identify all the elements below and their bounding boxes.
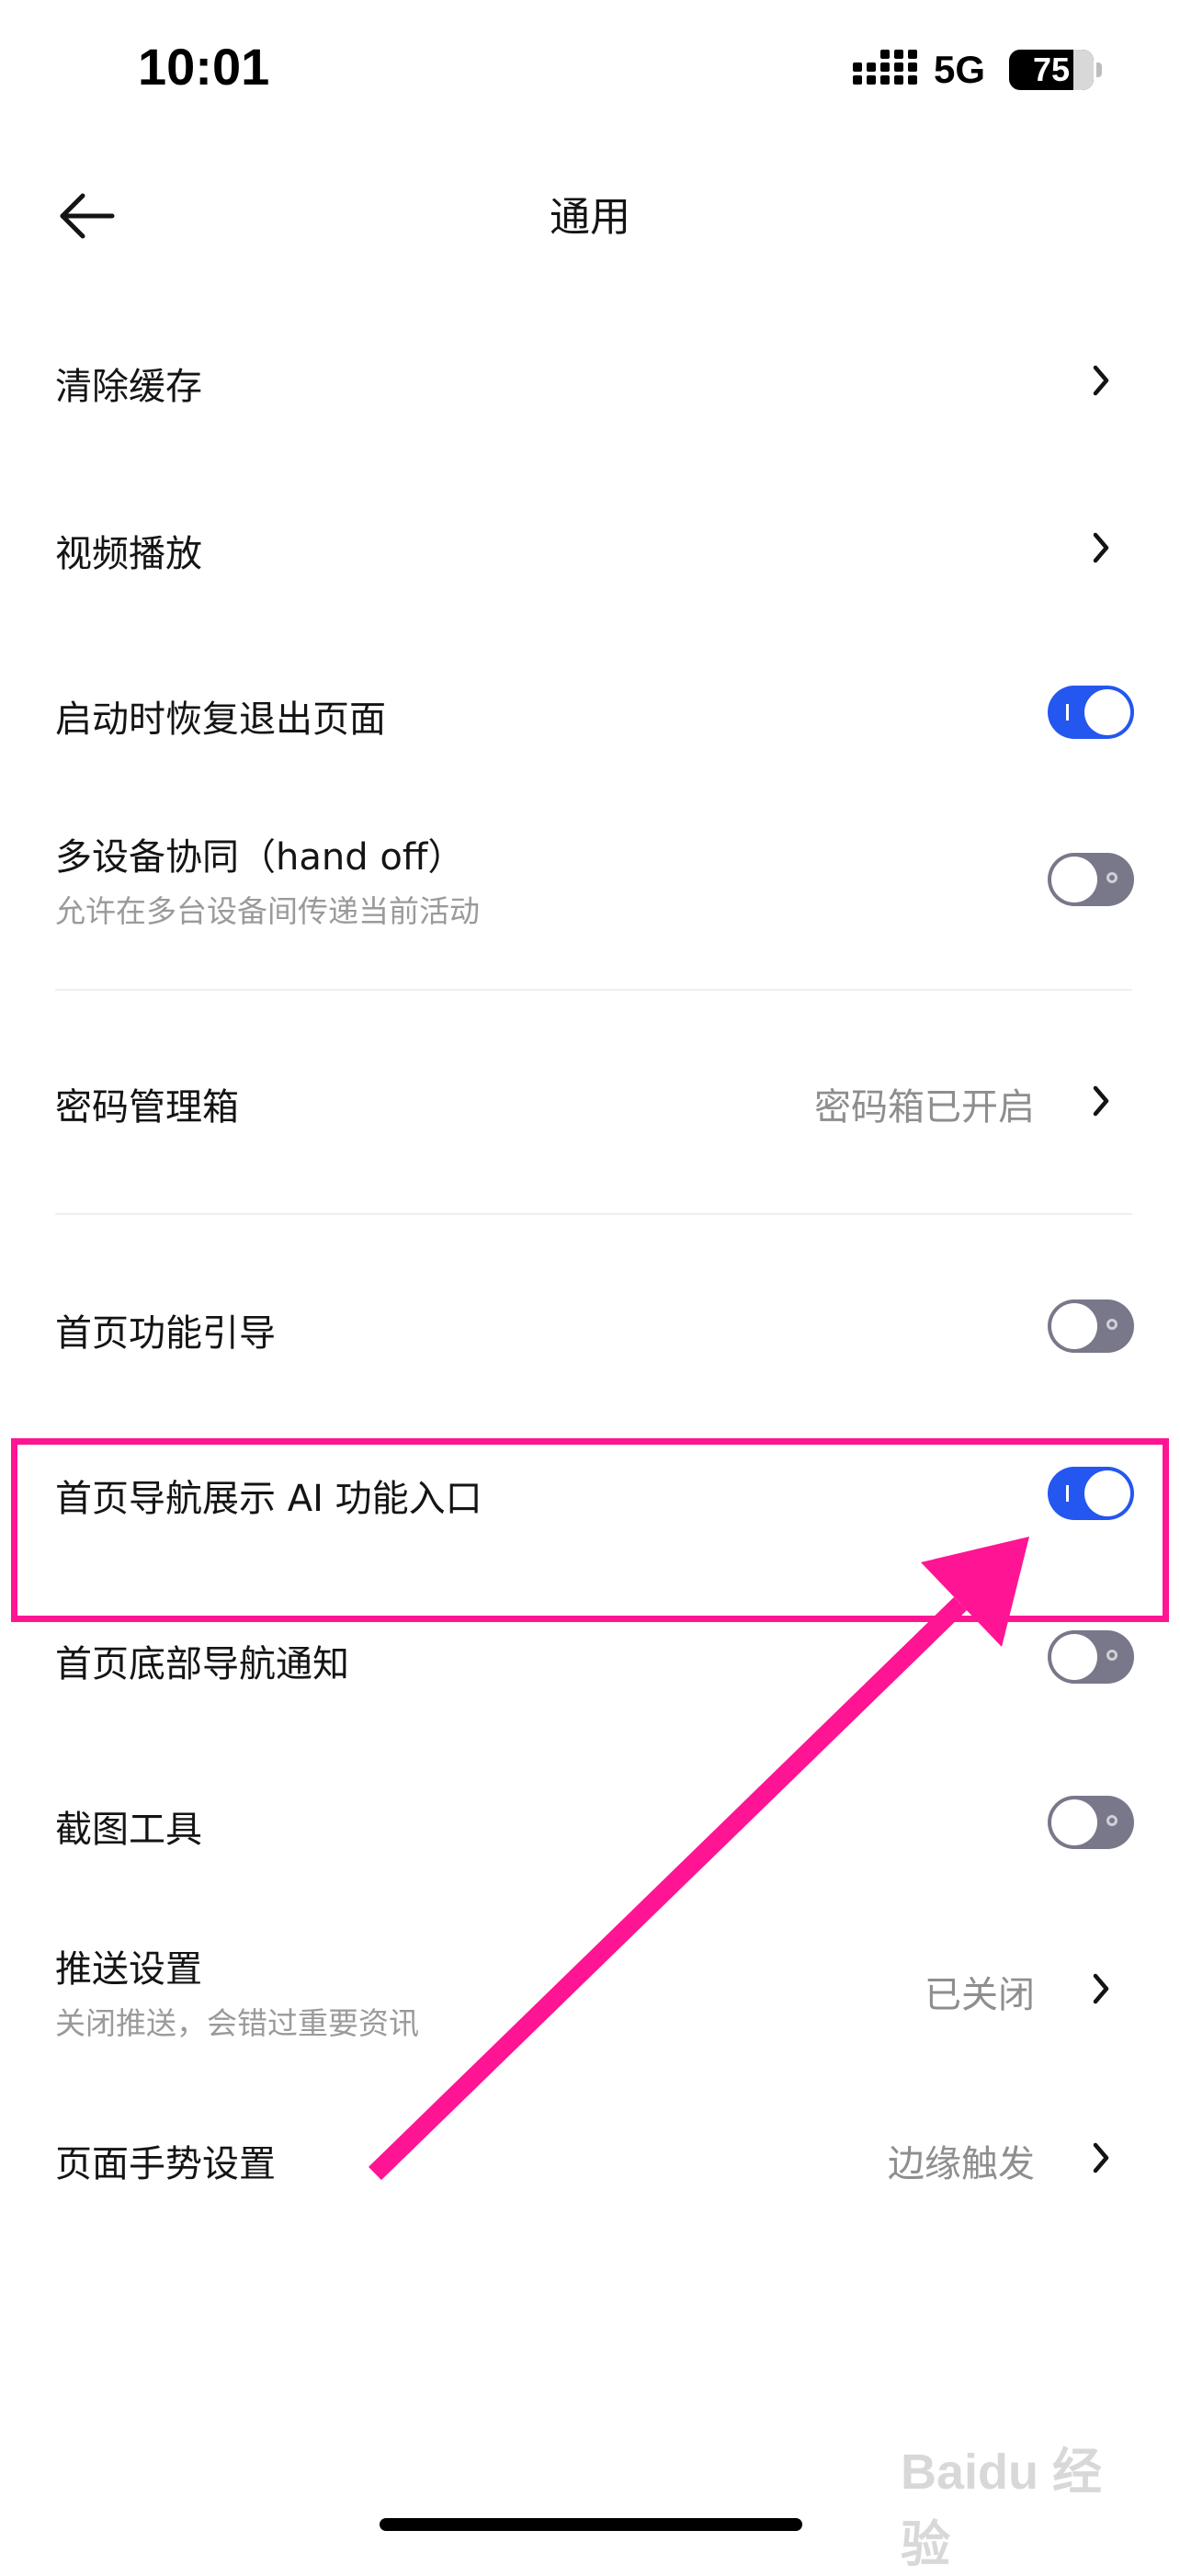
- row-label: 推送设置: [55, 1948, 202, 1991]
- row-label: 清除缓存: [55, 366, 202, 408]
- settings-row-password-manager[interactable]: 密码管理箱 密码箱已开启: [0, 1048, 1180, 1158]
- chevron-right-icon: [1093, 1085, 1109, 1117]
- row-subtitle: 允许在多台设备间传递当前活动: [55, 893, 480, 929]
- row-label: 多设备协同（hand off）: [55, 836, 465, 879]
- status-time: 10:01: [138, 38, 270, 96]
- chevron-right-icon: [1093, 2142, 1109, 2173]
- row-value: 边缘触发: [888, 2143, 1035, 2185]
- home-indicator[interactable]: [380, 2518, 802, 2531]
- divider: [55, 1213, 1132, 1215]
- divider: [55, 989, 1132, 991]
- signal-icon: [853, 50, 917, 85]
- restore-pages-toggle[interactable]: [1048, 686, 1134, 739]
- chevron-right-icon: [1093, 365, 1109, 396]
- home-bottom-nav-notice-toggle[interactable]: [1048, 1630, 1134, 1684]
- settings-row-gesture-settings[interactable]: 页面手势设置 边缘触发: [0, 2105, 1180, 2206]
- settings-row-home-bottom-nav-notice: 首页底部导航通知: [0, 1608, 1180, 1709]
- home-guide-toggle[interactable]: [1048, 1299, 1134, 1353]
- battery-cap: [1096, 62, 1102, 77]
- settings-row-push-settings[interactable]: 推送设置 关闭推送，会错过重要资讯 已关闭: [0, 1921, 1180, 2068]
- row-label: 首页底部导航通知: [55, 1643, 349, 1685]
- status-bar: 10:01 5G 75: [0, 0, 1180, 138]
- highlight-box: [11, 1438, 1169, 1622]
- row-label: 截图工具: [55, 1809, 202, 1851]
- watermark-logo: Baidu 经验: [901, 2445, 1103, 2572]
- settings-row-screenshot-tool: 截图工具: [0, 1774, 1180, 1875]
- battery-icon: 75: [1009, 50, 1094, 90]
- row-label: 密码管理箱: [55, 1086, 239, 1129]
- handoff-toggle[interactable]: [1048, 853, 1134, 906]
- row-subtitle: 关闭推送，会错过重要资讯: [55, 2005, 419, 2041]
- settings-row-video-playback[interactable]: 视频播放: [0, 496, 1180, 597]
- chevron-right-icon: [1093, 1973, 1109, 2004]
- row-label: 首页功能引导: [55, 1312, 276, 1355]
- battery-level: 75: [1032, 51, 1071, 88]
- row-value: 密码箱已开启: [814, 1086, 1035, 1129]
- row-label: 视频播放: [55, 533, 202, 575]
- settings-row-clear-cache[interactable]: 清除缓存: [0, 331, 1180, 432]
- row-label: 启动时恢复退出页面: [55, 698, 386, 741]
- row-label: 页面手势设置: [55, 2143, 276, 2185]
- row-value: 已关闭: [925, 1974, 1035, 2016]
- settings-row-home-guide: 首页功能引导: [0, 1277, 1180, 1379]
- chevron-right-icon: [1093, 532, 1109, 563]
- network-type: 5G: [934, 48, 986, 91]
- screenshot-tool-toggle[interactable]: [1048, 1796, 1134, 1849]
- page-title: 通用: [550, 194, 630, 241]
- settings-row-restore-pages: 启动时恢复退出页面: [0, 662, 1180, 763]
- settings-row-handoff: 多设备协同（hand off） 允许在多台设备间传递当前活动: [0, 809, 1180, 956]
